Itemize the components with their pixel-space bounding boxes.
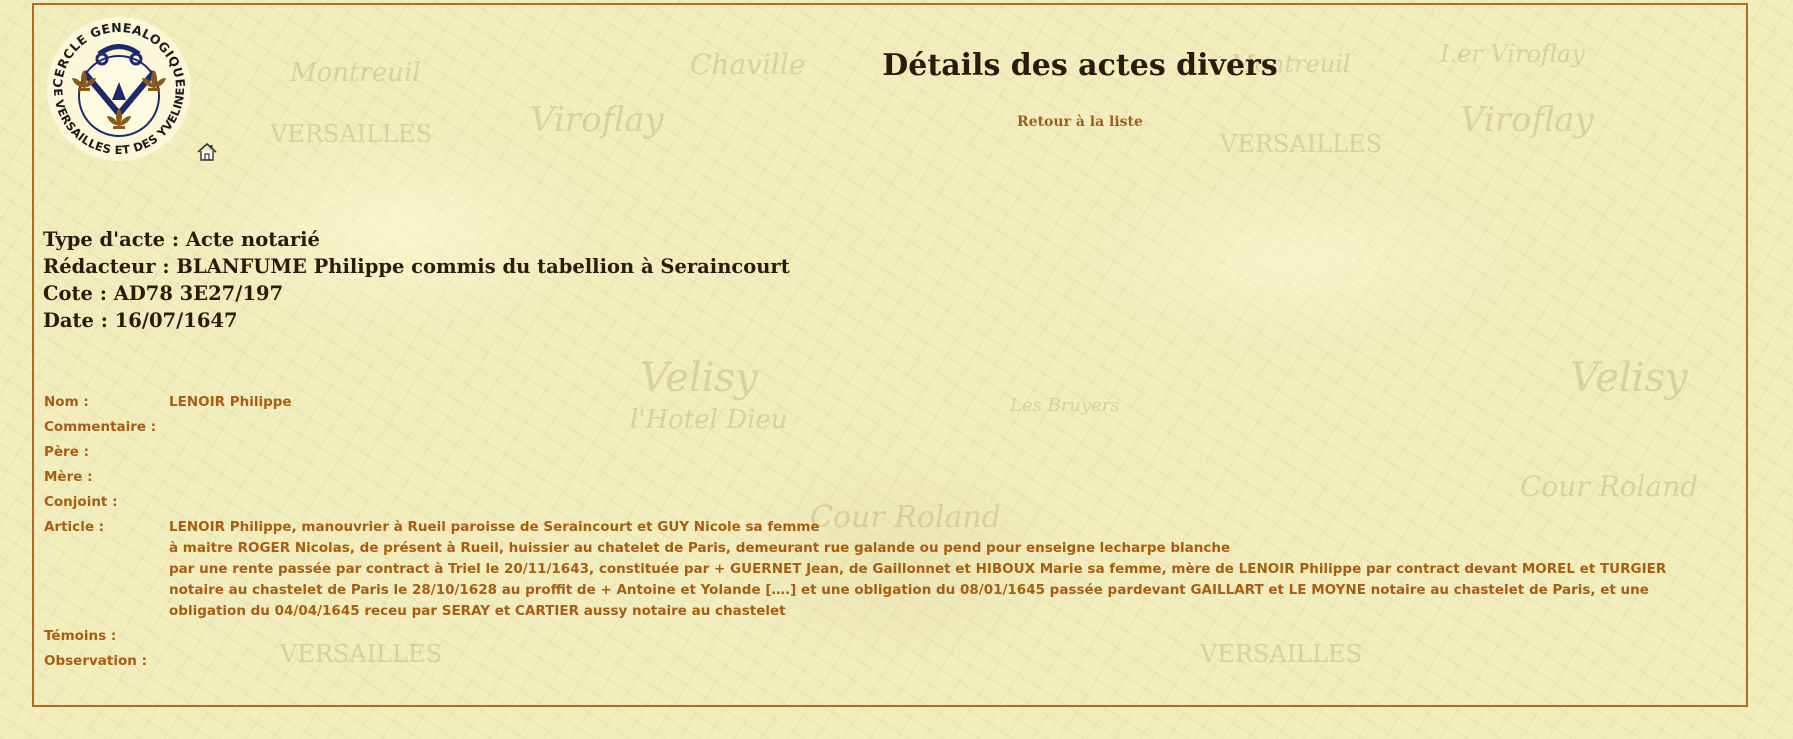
acte-type: Type d'acte : Acte notarié	[43, 228, 320, 251]
field-value-article: LENOIR Philippe, manouvrier à Rueil paro…	[169, 517, 1744, 622]
field-value-nom: LENOIR Philippe	[169, 394, 292, 410]
field-row-commentaire: Commentaire :	[44, 417, 1744, 438]
field-value-temoins	[169, 626, 1744, 647]
article-line: à maitre ROGER Nicolas, de présent à Rue…	[169, 540, 1231, 556]
field-value-pere	[169, 442, 1744, 463]
field-label: Observation :	[44, 653, 147, 669]
cgvy-logo: CERCLE GENEALOGIQUE DE VERSAILLES ET DES…	[44, 14, 191, 161]
field-label: Mère :	[44, 469, 93, 485]
field-label: Conjoint :	[44, 494, 118, 510]
back-to-list-link[interactable]: Retour à la liste	[960, 114, 1200, 130]
field-row-article: Article : LENOIR Philippe, manouvrier à …	[44, 517, 1744, 622]
acte-cote: Cote : AD78 3E27/197	[43, 282, 284, 305]
field-row-conjoint: Conjoint :	[44, 492, 1744, 513]
field-value-conjoint	[169, 492, 1744, 513]
article-line: LENOIR Philippe, manouvrier à Rueil paro…	[169, 519, 820, 535]
field-row-nom: Nom : LENOIR Philippe	[44, 392, 1744, 413]
field-value-mere	[169, 467, 1744, 488]
field-label: Article :	[44, 519, 105, 535]
article-line: par une rente passée par contract à Trie…	[169, 561, 1667, 619]
field-label: Témoins :	[44, 628, 117, 644]
home-icon[interactable]	[196, 141, 218, 163]
field-row-temoins: Témoins :	[44, 626, 1744, 647]
acte-date: Date : 16/07/1647	[43, 309, 238, 332]
field-row-mere: Mère :	[44, 467, 1744, 488]
field-label: Nom :	[44, 394, 89, 410]
field-row-observation: Observation :	[44, 651, 1744, 672]
acte-summary: Type d'acte : Acte notarié Rédacteur : B…	[43, 226, 790, 334]
field-label: Commentaire :	[44, 419, 157, 435]
field-row-pere: Père :	[44, 442, 1744, 463]
field-value-observation	[169, 651, 1744, 672]
field-value-commentaire	[169, 417, 1744, 438]
field-label: Père :	[44, 444, 89, 460]
page-title: Détails des actes divers	[882, 48, 1278, 83]
acte-redacteur: Rédacteur : BLANFUME Philippe commis du …	[43, 255, 790, 278]
acte-details: Nom : LENOIR Philippe Commentaire : Père…	[44, 392, 1744, 672]
